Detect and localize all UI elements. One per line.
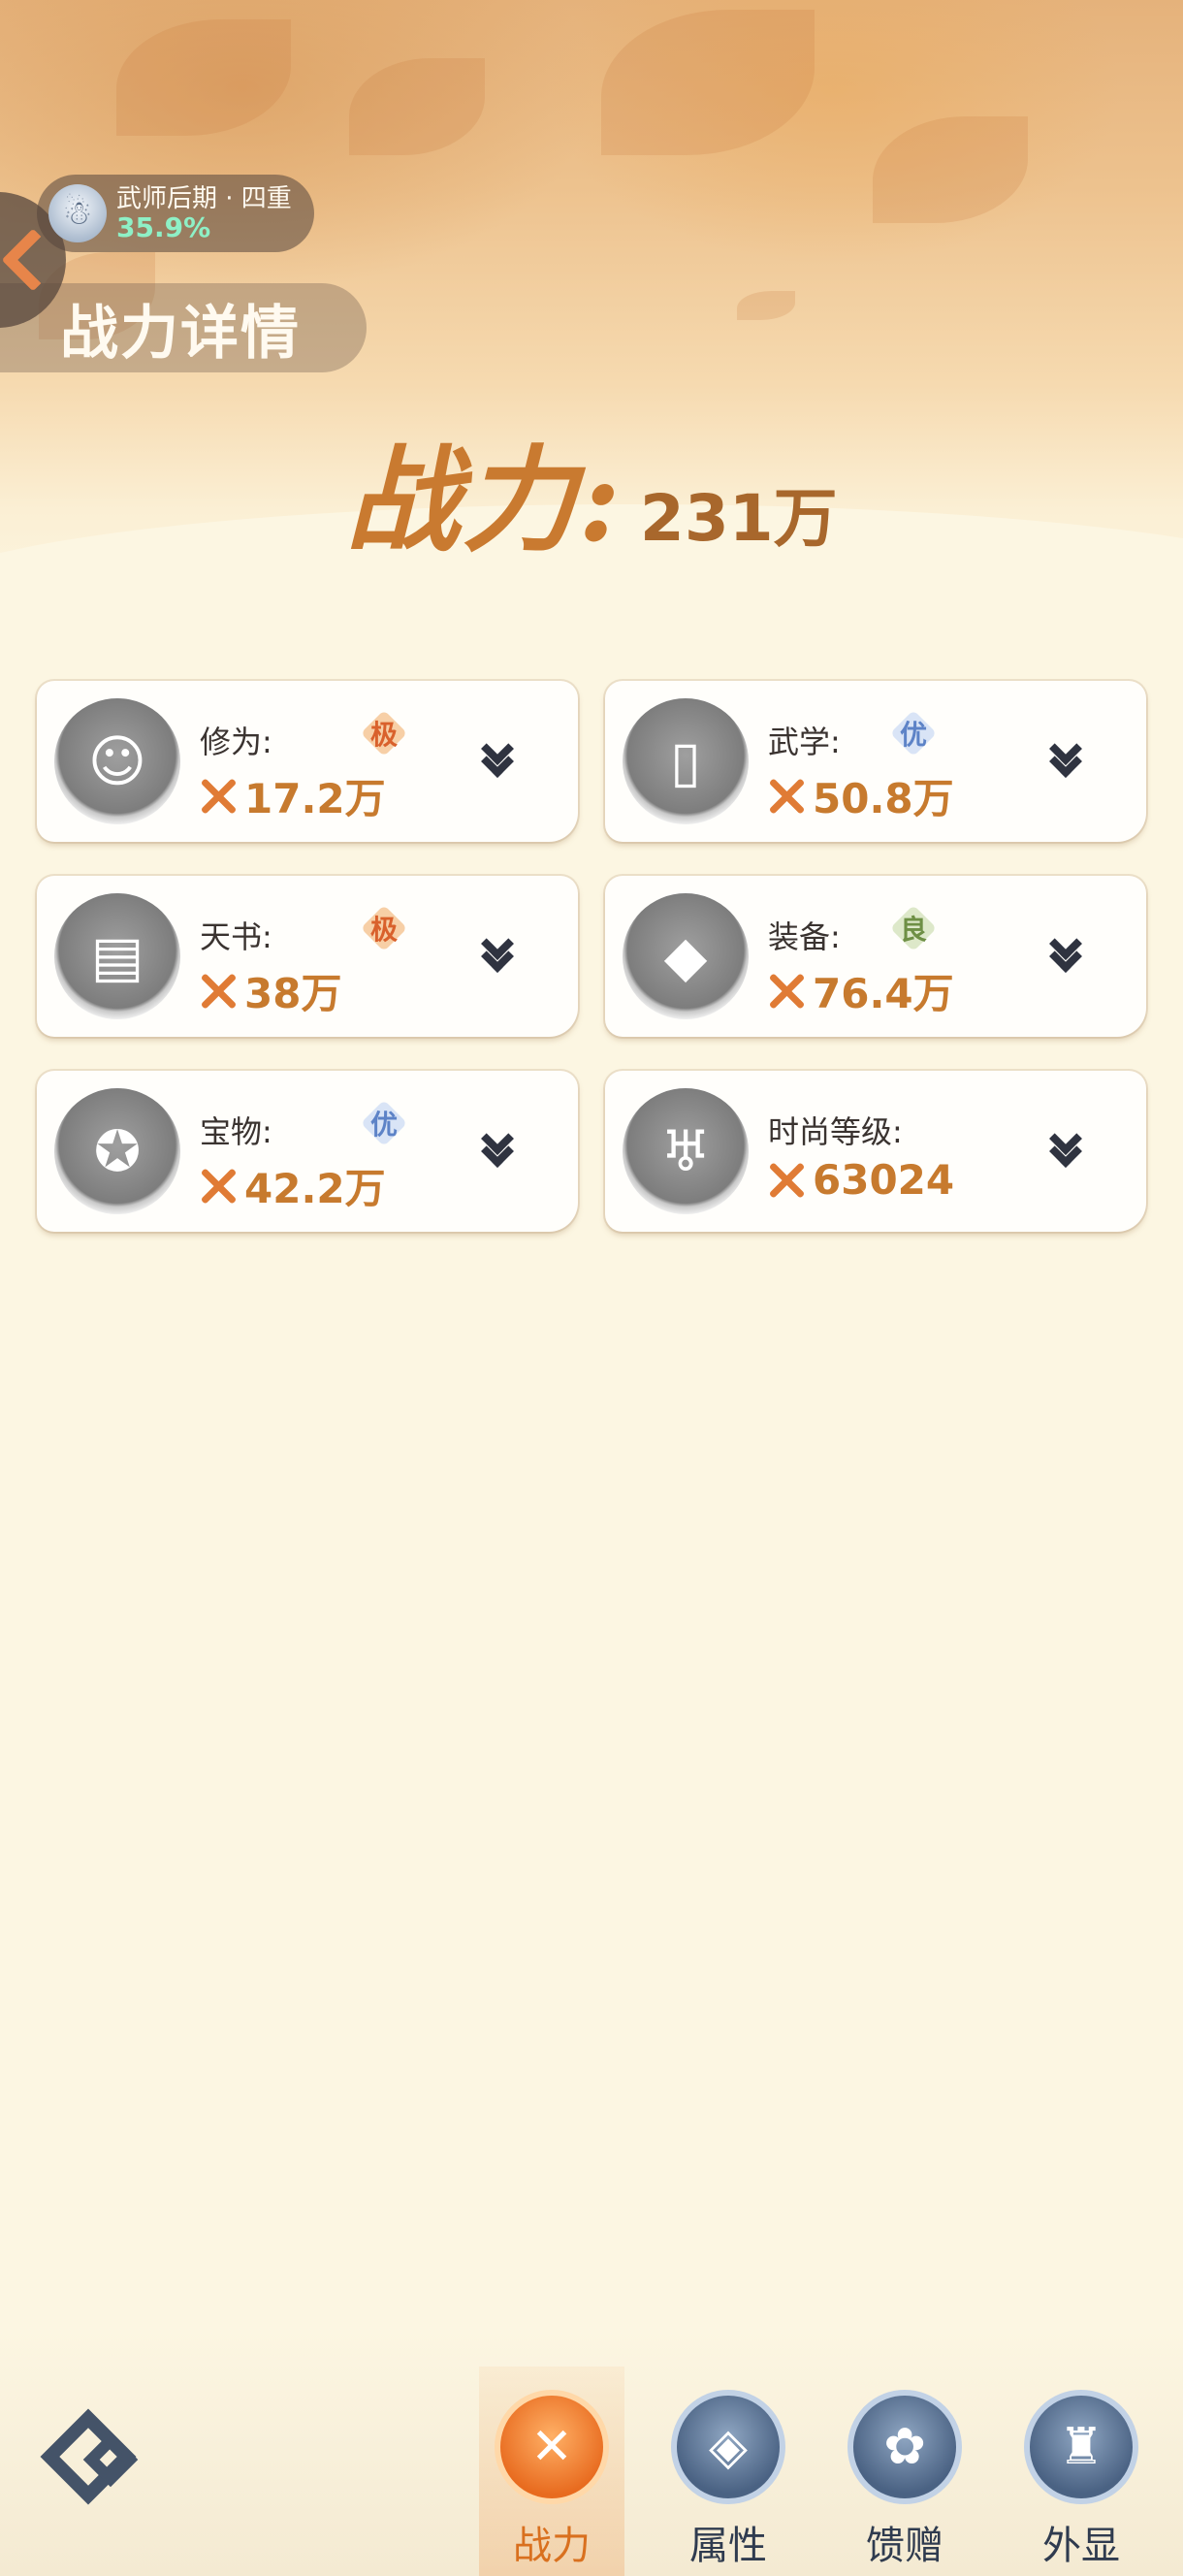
crossed-swords-icon — [766, 776, 807, 817]
cultivation-icon: ☺ — [54, 698, 180, 824]
expand-chevron-icon[interactable] — [1041, 1122, 1090, 1175]
card-value: 17.2万 — [198, 766, 386, 825]
fashion-icon: ♅ — [623, 1088, 749, 1214]
tab-label: 馈赠 — [866, 2524, 943, 2568]
expand-chevron-icon[interactable] — [1041, 732, 1090, 786]
card-label: 修为: — [200, 724, 272, 760]
card-value: 63024 — [766, 1156, 954, 1204]
crossed-swords-icon — [766, 1160, 807, 1201]
card-cultivation[interactable]: ☺ 修为: 极 17.2万 — [37, 681, 578, 842]
tab-gifts[interactable]: ✿ 馈赠 — [832, 2367, 977, 2576]
tab-power[interactable]: ✕ 战力 — [479, 2367, 624, 2576]
card-label: 宝物: — [200, 1113, 272, 1150]
rank-badge[interactable]: ☃ 武师后期 · 四重 35.9% — [37, 175, 314, 252]
tab-attributes[interactable]: ◈ 属性 — [655, 2367, 801, 2576]
grade-badge: 优 — [888, 708, 939, 758]
card-label: 时尚等级: — [768, 1113, 903, 1150]
martial-book-icon: ▯ — [623, 698, 749, 824]
card-treasure[interactable]: ✪ 宝物: 优 42.2万 — [37, 1071, 578, 1232]
gift-bag-icon: ✿ — [847, 2390, 962, 2504]
expand-chevron-icon[interactable] — [473, 1122, 522, 1175]
expand-chevron-icon[interactable] — [473, 732, 522, 786]
tab-label: 战力 — [513, 2524, 591, 2568]
rank-progress: 35.9% — [116, 211, 211, 243]
leaf-decoration — [873, 116, 1028, 223]
card-label: 装备: — [768, 918, 841, 955]
leaf-decoration — [349, 58, 485, 155]
power-value: 231万 — [639, 481, 838, 556]
treasure-icon: ✪ — [54, 1088, 180, 1214]
crossed-swords-icon — [198, 1166, 239, 1207]
crossed-swords-icon — [198, 776, 239, 817]
card-label: 武学: — [768, 724, 841, 760]
card-value: 42.2万 — [198, 1156, 386, 1215]
crossed-swords-icon — [766, 971, 807, 1012]
leaf-decoration — [737, 291, 795, 320]
crossed-swords-icon: ✕ — [495, 2390, 609, 2504]
armor-icon: ♜ — [1024, 2390, 1138, 2504]
tab-appearance[interactable]: ♜ 外显 — [1008, 2367, 1154, 2576]
heavenly-book-icon: ▤ — [54, 893, 180, 1019]
rank-name: 武师后期 · 四重 — [116, 184, 292, 213]
shield-swirl-icon: ◈ — [671, 2390, 785, 2504]
card-value: 76.4万 — [766, 961, 954, 1020]
card-value: 50.8万 — [766, 766, 954, 825]
expand-chevron-icon[interactable] — [1041, 927, 1090, 981]
total-power: 战力: 231万 — [0, 407, 1183, 573]
tab-label: 外显 — [1042, 2524, 1120, 2568]
card-heavenly-book[interactable]: ▤ 天书: 极 38万 — [37, 876, 578, 1037]
equipment-icon: ◆ — [623, 893, 749, 1019]
card-value: 38万 — [198, 961, 341, 1020]
power-label: 战力: — [345, 433, 623, 567]
page-title: 战力详情 — [60, 299, 301, 368]
card-label: 天书: — [200, 918, 272, 955]
rank-avatar-icon: ☃ — [48, 184, 107, 242]
crossed-swords-icon — [198, 971, 239, 1012]
grade-badge: 极 — [359, 708, 409, 758]
grade-badge: 优 — [359, 1098, 409, 1148]
card-equipment[interactable]: ◆ 装备: 良 76.4万 — [605, 876, 1146, 1037]
leaf-decoration — [601, 10, 815, 155]
leaf-decoration — [116, 19, 291, 136]
expand-chevron-icon[interactable] — [473, 927, 522, 981]
home-button[interactable] — [37, 2405, 163, 2512]
grade-badge: 极 — [359, 903, 409, 953]
grade-badge: 良 — [888, 903, 939, 953]
card-fashion-level[interactable]: ♅ 时尚等级: 63024 — [605, 1071, 1146, 1232]
card-martial-arts[interactable]: ▯ 武学: 优 50.8万 — [605, 681, 1146, 842]
tab-label: 属性 — [689, 2524, 767, 2568]
